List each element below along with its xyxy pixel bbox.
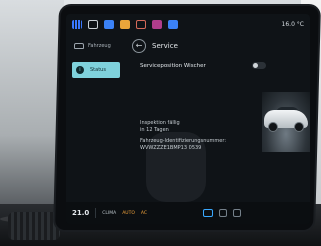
back-button[interactable]: ← [132, 39, 146, 53]
inspection-due: in 12 Tagen [140, 127, 169, 133]
service-position-label: Serviceposition Wischer [140, 62, 206, 69]
sidebar: i Status [72, 62, 124, 78]
navigation-icon[interactable] [168, 19, 178, 29]
music-icon[interactable] [152, 19, 162, 29]
vin-value: WVWZZZE1BMP13 0539 [140, 145, 202, 151]
car-icon [74, 43, 84, 49]
page-title: Service [152, 42, 178, 50]
clima-button[interactable]: CLIMA [102, 211, 116, 216]
photo-stage: 16.0 °C Fahrzeug ← Service i Status Serv… [0, 0, 321, 246]
service-info: Inspektion fällig in 12 Tagen Fahrzeug-I… [140, 120, 226, 152]
phone-icon[interactable] [120, 19, 130, 29]
home-button[interactable] [203, 209, 214, 217]
seat-heating-icon[interactable] [219, 209, 228, 217]
outside-temperature: 16.0 °C [281, 20, 304, 28]
header-bar: Fahrzeug ← Service [66, 36, 310, 56]
front-wheel [268, 122, 278, 132]
auto-button[interactable]: AUTO [122, 211, 135, 216]
section-label: Fahrzeug [88, 43, 111, 49]
sidebar-item-label: Status [90, 67, 106, 73]
service-settings: Serviceposition Wischer [140, 62, 300, 69]
home-icon[interactable] [136, 19, 146, 29]
apps-icon[interactable] [72, 19, 82, 29]
cabin-temperature[interactable]: 21.0 [72, 209, 89, 217]
info-icon: i [76, 66, 84, 74]
climate-bar: 21.0 CLIMA AUTO AC [66, 202, 310, 224]
fan-icon[interactable] [233, 209, 242, 217]
status-bar: 16.0 °C [66, 14, 310, 34]
infotainment-screen: 16.0 °C Fahrzeug ← Service i Status Serv… [66, 14, 310, 224]
vehicle-section-tab[interactable]: Fahrzeug [66, 43, 132, 49]
media-icon[interactable] [104, 19, 114, 29]
inspection-label: Inspektion fällig [140, 120, 180, 126]
divider [95, 208, 97, 218]
ac-button[interactable]: AC [141, 211, 147, 216]
vin-label: Fahrzeug-Identifizierungsnummer: [140, 138, 227, 144]
service-position-row: Serviceposition Wischer [140, 62, 266, 69]
car-icon[interactable] [88, 19, 98, 29]
air-vent [8, 212, 60, 240]
rear-wheel [294, 122, 304, 132]
service-position-toggle[interactable] [252, 62, 266, 69]
sidebar-item-status[interactable]: i Status [72, 62, 120, 78]
